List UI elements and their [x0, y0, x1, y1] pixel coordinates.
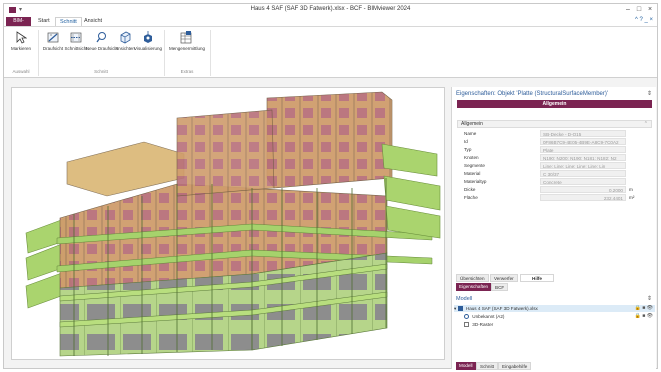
tree-item-root[interactable]: ▾ Haus 4 SAF (SAF 3D Fatwerk).xlsx 🔒 ■ 👁 [454, 305, 655, 312]
maximize-button[interactable]: □ [634, 5, 644, 14]
property-key: Typ [464, 147, 472, 152]
visibility-icons[interactable]: 🔒 ■ 👁 [635, 313, 653, 320]
upper-right-volume [266, 91, 393, 189]
markieren-label: Markieren [10, 46, 31, 51]
tab-bcf[interactable]: BCF [491, 283, 509, 291]
property-unit: m [629, 187, 633, 192]
window-title: Haus 4 SAF (SAF 3D Fatwerk).xlsx - BCF -… [250, 6, 411, 12]
ribbon: Markieren Draufsicht Schnittsicht Neue D… [4, 26, 657, 78]
tab-schnitt-model[interactable]: Schnitt [476, 362, 499, 370]
property-row: Material C 30/37 [460, 170, 652, 178]
markieren-button[interactable]: Markieren [10, 31, 32, 61]
slab-right-2 [383, 175, 441, 211]
schnittsicht-button[interactable]: Schnittsicht [64, 31, 88, 61]
tree-item-raster[interactable]: 3D-Raster [464, 321, 655, 328]
property-key: Id [464, 139, 468, 144]
expand-arrow-icon[interactable]: ▾ [454, 306, 456, 311]
layer-icon [464, 314, 469, 320]
property-value[interactable]: C 30/37 [540, 170, 626, 177]
category-bar[interactable]: Allgemein [457, 100, 652, 108]
group-label-auswahl: Auswahl [12, 69, 30, 74]
close-button[interactable]: × [645, 5, 655, 14]
property-row: Name SB-Decke - D-O15 [460, 130, 652, 138]
property-key: Segmente [464, 163, 485, 168]
tab-verwerfer[interactable]: Verwerfer [490, 274, 518, 282]
grid-icon [464, 322, 469, 328]
property-value[interactable]: 0F86B7C9-4E05-4B9E-A8C9-7C0A2 [540, 138, 626, 145]
property-value[interactable]: Line; Line; Line; Line; Line; Lin [540, 162, 626, 169]
properties-panel: Eigenschaften: Objekt 'Platte (Structura… [451, 87, 656, 370]
properties-title: Eigenschaften: Objekt 'Platte (Structura… [456, 91, 609, 97]
pin-icon[interactable]: ⇕ [647, 90, 652, 97]
property-row: Typ Plate [460, 146, 652, 154]
upper-mid-volume [176, 109, 275, 197]
ribbon-tab-row: BIM-Viewer Start Schnitt Ansicht ^ ? _ × [4, 16, 657, 33]
visualisierung-icon [144, 31, 152, 43]
group-separator [210, 30, 211, 76]
visualisierung-button[interactable]: Visualisierung [134, 31, 162, 61]
property-row: Dicke 0.2000 m [460, 186, 652, 194]
property-value[interactable]: N190; N200; N190; N181; N182; N2 [540, 154, 626, 161]
group-label-extras: Extras [180, 69, 194, 74]
neue-draufsicht-icon [96, 32, 106, 43]
chevron-up-icon: ⌃ [643, 121, 648, 127]
property-group-header[interactable]: Allgemein ⌃ [457, 120, 652, 128]
tab-eingabehilfe[interactable]: Eingabehilfe [498, 362, 532, 370]
tab-uebersichten[interactable]: Übersichten [456, 274, 489, 282]
property-value[interactable]: Plate [540, 146, 626, 153]
tree-item-label: 3D-Raster [472, 322, 494, 327]
property-value[interactable]: Concrete [540, 178, 626, 185]
tree-item-label: Haus 4 SAF (SAF 3D Fatwerk).xlsx [465, 306, 538, 311]
3d-viewport[interactable] [11, 87, 445, 360]
draufsicht-icon [47, 32, 59, 43]
tree-item-label: Unbekannt (A2) [472, 314, 505, 319]
app-window: ▾ Haus 4 SAF (SAF 3D Fatwerk).xlsx - BCF… [3, 3, 658, 370]
model-file-icon [457, 306, 463, 312]
tab-ansicht[interactable]: Ansicht [80, 17, 106, 26]
property-value[interactable]: SB-Decke - D-O15 [540, 130, 626, 137]
property-key: Dicke [464, 187, 476, 192]
property-group-label: Allgemein [461, 121, 483, 127]
mengenermittlung-label: Mengenermittlung [169, 46, 206, 51]
property-row: Id 0F86B7C9-4E05-4B9E-A8C9-7C0A2 [460, 138, 652, 146]
building-model[interactable] [12, 88, 444, 359]
cursor-icon [16, 31, 27, 44]
schnittsicht-icon [70, 32, 82, 43]
property-key: Material [464, 171, 481, 176]
property-row: Fläche 232.4401 m² [460, 194, 652, 202]
tab-hilfe[interactable]: Hilfe [520, 274, 554, 282]
mengenermittlung-icon [180, 31, 192, 44]
visibility-icons[interactable]: 🔒 ■ 👁 [635, 305, 653, 312]
property-value[interactable]: 232.4401 [540, 194, 626, 201]
property-key: Knoten [464, 155, 479, 160]
property-row: Knoten N190; N200; N190; N181; N182; N2 [460, 154, 652, 162]
property-row: Segmente Line; Line; Line; Line; Line; L… [460, 162, 652, 170]
visualisierung-label: Visualisierung [134, 46, 162, 51]
tab-bim-viewer[interactable]: BIM-Viewer [6, 17, 31, 33]
property-row: Materialtyp Concrete [460, 178, 652, 186]
ansichten-icon [120, 31, 131, 44]
tab-modell[interactable]: Modell [456, 362, 476, 370]
pin-icon[interactable]: ⇕ [647, 295, 652, 302]
property-key: Fläche [464, 195, 478, 200]
minimize-button[interactable]: – [623, 5, 633, 14]
tab-schnitt[interactable]: Schnitt [55, 17, 82, 26]
property-key: Materialtyp [464, 179, 487, 184]
property-unit: m² [629, 195, 635, 200]
mengenermittlung-button[interactable]: Mengenermittlung [169, 31, 205, 61]
title-bar: ▾ Haus 4 SAF (SAF 3D Fatwerk).xlsx - BCF… [4, 4, 657, 16]
help-controls[interactable]: ^ ? _ × [635, 17, 653, 23]
group-label-schnitt: Schnitt [94, 69, 108, 74]
model-title: Modell [456, 296, 473, 302]
tree-item-unbekannt[interactable]: Unbekannt (A2) 🔒 ■ 👁 [464, 313, 655, 320]
property-key: Name [464, 131, 477, 136]
tab-eigenschaften[interactable]: Eigenschaften [456, 283, 492, 291]
tab-start[interactable]: Start [34, 17, 54, 26]
property-value[interactable]: 0.2000 [540, 186, 626, 193]
